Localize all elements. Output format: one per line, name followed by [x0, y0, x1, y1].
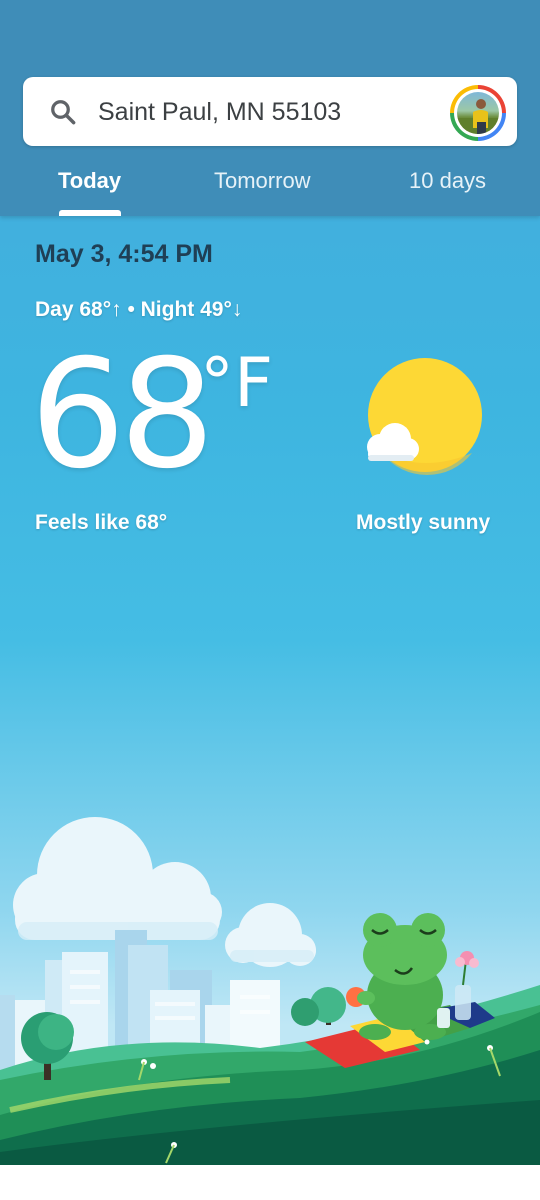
search-icon[interactable] [48, 97, 78, 127]
temperature-unit: °F [200, 344, 274, 423]
avatar-photo [457, 92, 499, 134]
tab-tomorrow[interactable]: Tomorrow [214, 166, 311, 196]
location-text[interactable]: Saint Paul, MN 55103 [98, 96, 341, 128]
date-time: May 3, 4:54 PM [35, 240, 213, 268]
tab-today[interactable]: Today [58, 166, 121, 196]
tab-10-days[interactable]: 10 days [409, 166, 486, 196]
avatar-ring-inner [454, 89, 502, 137]
partly-sunny-icon [367, 358, 482, 476]
avatar-person-image [457, 99, 499, 134]
tab-selected-indicator [59, 210, 121, 216]
current-temperature: 68 [30, 328, 215, 502]
tree-right [291, 987, 346, 1026]
day-night-temps: Day 68°↑ • Night 49°↓ [35, 298, 243, 321]
clouds [13, 817, 316, 967]
feels-like: Feels like 68° [35, 511, 168, 534]
weather-app: Saint Paul, MN 55103 Today Tomorrow 10 d… [0, 0, 540, 1165]
condition-text: Mostly sunny [356, 511, 491, 534]
weather-illustration [0, 817, 540, 1165]
avatar[interactable] [450, 85, 506, 141]
